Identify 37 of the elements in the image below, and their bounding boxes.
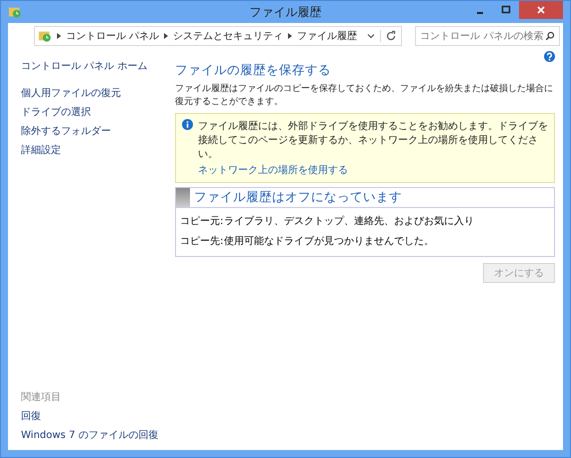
network-location-link[interactable]: ネットワーク上の場所を使用する — [198, 163, 348, 177]
row-label: コピー元: — [180, 215, 224, 228]
notice-text: ファイル履歴には、外部ドライブを使用することをお勧めします。ドライブを接続してこのページを更新するか、ネットワーク上の場所を使用してください。 — [198, 120, 548, 161]
sidebar-link[interactable]: 詳細設定 — [21, 143, 169, 157]
close-button[interactable] — [519, 1, 563, 19]
related-heading: 関連項目 — [21, 390, 62, 404]
related-link[interactable]: 回復 — [21, 409, 169, 423]
control-panel-home-link[interactable]: コントロール パネル ホーム — [21, 59, 169, 73]
related-link[interactable]: Windows 7 のファイルの回復 — [21, 428, 169, 442]
window-title: ファイル履歴 — [250, 4, 322, 20]
chevron-right-icon — [164, 33, 168, 39]
minimize-icon — [477, 12, 483, 14]
breadcrumb[interactable]: システムとセキュリティ — [173, 29, 284, 43]
breadcrumb[interactable]: コントロール パネル — [66, 29, 160, 43]
row-label: コピー先: — [180, 234, 224, 248]
maximize-icon — [501, 5, 511, 15]
chevron-right-icon — [57, 33, 61, 39]
row-value: 使用可能なドライブが見つかりませんでした。 — [224, 234, 434, 248]
address-bar[interactable]: コントロール パネル システムとセキュリティ ファイル履歴 — [34, 26, 402, 46]
description-text: ファイル履歴はファイルのコピーを保存しておくため、ファイルを紛失または破損した場合に復元することができます。 — [175, 82, 554, 108]
sidebar-link[interactable]: 除外するフォルダー — [21, 124, 169, 138]
help-icon[interactable] — [544, 51, 555, 62]
folder-clock-icon — [8, 5, 22, 19]
search-icon — [545, 30, 556, 42]
close-icon — [536, 5, 546, 15]
chevron-right-icon — [288, 33, 292, 39]
sidebar-link[interactable]: 個人用ファイルの復元 — [21, 86, 169, 100]
search-field[interactable]: コントロール パネルの検索 — [415, 26, 560, 46]
dropdown-chevron-icon[interactable] — [367, 32, 376, 40]
status-title: ファイル履歴はオフになっています — [194, 189, 402, 206]
sidebar-link[interactable]: ドライブの選択 — [21, 105, 169, 119]
folder-clock-icon — [38, 29, 52, 43]
page-heading: ファイルの履歴を保存する — [175, 62, 332, 79]
status-marker — [176, 188, 190, 207]
breadcrumb[interactable]: ファイル履歴 — [297, 29, 358, 43]
row-value: ライブラリ、デスクトップ、連絡先、およびお気に入り — [224, 214, 474, 228]
info-icon — [182, 119, 193, 130]
